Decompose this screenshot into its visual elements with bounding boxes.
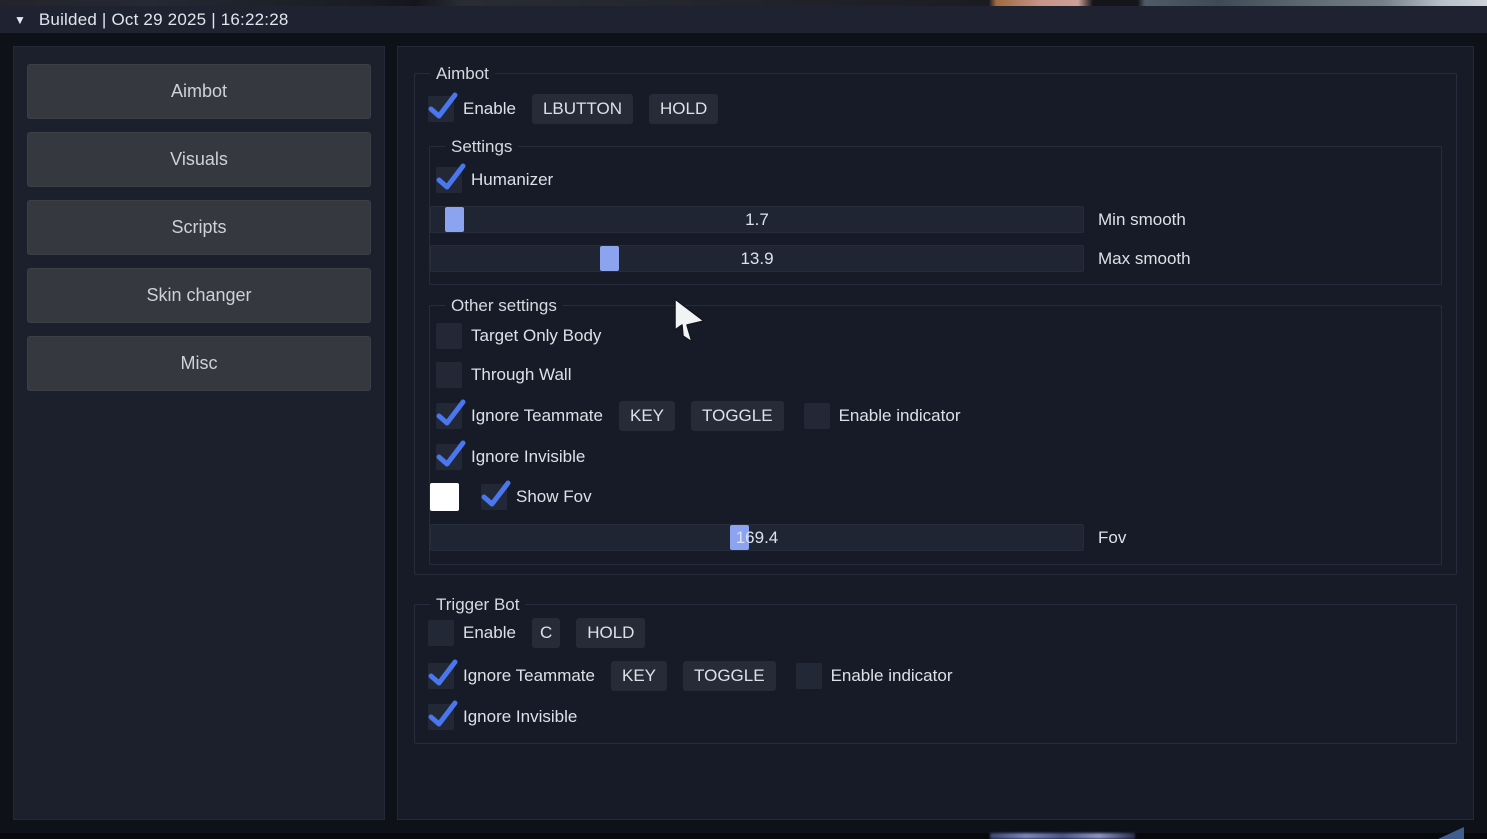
settings-group-title: Settings (445, 137, 518, 157)
game-background-bottom-sliver (0, 833, 1487, 839)
check-icon (428, 92, 458, 121)
aimbot-ignore-invisible-row: Ignore Invisible (430, 444, 1441, 470)
show-fov-checkbox[interactable] (481, 484, 507, 510)
other-settings-group-title: Other settings (445, 296, 563, 316)
check-icon (428, 659, 458, 688)
other-settings-groupbox: Other settings Target Only Body Through … (429, 305, 1442, 565)
fov-value: 169.4 (431, 525, 1083, 550)
sidebar-item-misc[interactable]: Misc (27, 336, 371, 391)
settings-groupbox: Settings Humanizer 1.7 Min smooth 13.9 (429, 146, 1442, 285)
trigger-ignore-invisible-checkbox[interactable] (428, 704, 454, 730)
trigger-keybind-button[interactable]: C (532, 618, 560, 648)
aimbot-ignore-invisible-label: Ignore Invisible (471, 447, 585, 467)
max-smooth-slider[interactable]: 13.9 (430, 245, 1084, 272)
aimbot-ignore-teammate-keymode-button[interactable]: TOGGLE (691, 401, 784, 431)
trigger-bot-group-title: Trigger Bot (430, 595, 525, 615)
target-only-body-label: Target Only Body (471, 326, 601, 346)
aimbot-ignore-teammate-row: Ignore Teammate KEY TOGGLE Enable indica… (430, 401, 1441, 431)
check-icon (436, 440, 466, 469)
humanizer-checkbox[interactable] (436, 167, 462, 193)
show-fov-label: Show Fov (516, 487, 592, 507)
trigger-enable-indicator-label: Enable indicator (831, 666, 953, 686)
sidebar-item-visuals[interactable]: Visuals (27, 132, 371, 187)
aimbot-ignore-teammate-checkbox[interactable] (436, 403, 462, 429)
min-smooth-label: Min smooth (1098, 210, 1186, 230)
aimbot-keybind-button[interactable]: LBUTTON (532, 94, 633, 124)
trigger-ignore-teammate-checkbox[interactable] (428, 663, 454, 689)
trigger-enable-checkbox[interactable] (428, 620, 454, 646)
trigger-ignore-invisible-row: Ignore Invisible (415, 704, 1456, 730)
aimbot-group-title: Aimbot (430, 64, 495, 84)
max-smooth-label: Max smooth (1098, 249, 1191, 269)
aimbot-enable-checkbox[interactable] (428, 96, 454, 122)
target-only-body-row: Target Only Body (430, 323, 1441, 349)
check-icon (481, 480, 511, 509)
trigger-enable-label: Enable (463, 623, 516, 643)
min-smooth-slider[interactable]: 1.7 (430, 206, 1084, 233)
aimbot-ignore-teammate-keybind-button[interactable]: KEY (619, 401, 675, 431)
min-smooth-value: 1.7 (431, 207, 1083, 232)
aimbot-keymode-button[interactable]: HOLD (649, 94, 718, 124)
titlebar: ▼ Builded | Oct 29 2025 | 16:22:28 (0, 6, 1487, 33)
collapse-menu-icon[interactable]: ▼ (14, 13, 26, 27)
game-background-chat-sliver (990, 833, 1135, 839)
check-icon (436, 399, 466, 428)
sidebar-item-scripts[interactable]: Scripts (27, 200, 371, 255)
humanizer-label: Humanizer (471, 170, 553, 190)
main-panel: Aimbot Enable LBUTTON HOLD Settings Huma… (397, 46, 1474, 820)
aimbot-enable-row: Enable LBUTTON HOLD (415, 94, 1456, 124)
fov-color-swatch[interactable] (430, 483, 459, 511)
trigger-ignore-teammate-row: Ignore Teammate KEY TOGGLE Enable indica… (415, 661, 1456, 691)
fov-label: Fov (1098, 528, 1126, 548)
min-smooth-slider-row: 1.7 Min smooth (430, 206, 1441, 233)
max-smooth-value: 13.9 (431, 246, 1083, 271)
aimbot-groupbox: Aimbot Enable LBUTTON HOLD Settings Huma… (414, 73, 1457, 575)
sidebar-item-skin-changer[interactable]: Skin changer (27, 268, 371, 323)
aimbot-enable-indicator-checkbox[interactable] (804, 403, 830, 429)
check-icon (428, 700, 458, 729)
through-wall-checkbox[interactable] (436, 362, 462, 388)
trigger-enable-row: Enable C HOLD (415, 618, 1456, 648)
trigger-enable-indicator-checkbox[interactable] (796, 663, 822, 689)
trigger-ignore-teammate-keybind-button[interactable]: KEY (611, 661, 667, 691)
target-only-body-checkbox[interactable] (436, 323, 462, 349)
aimbot-enable-label: Enable (463, 99, 516, 119)
titlebar-title: Builded | Oct 29 2025 | 16:22:28 (39, 10, 289, 30)
sidebar: Aimbot Visuals Scripts Skin changer Misc (13, 46, 385, 820)
trigger-ignore-teammate-keymode-button[interactable]: TOGGLE (683, 661, 776, 691)
through-wall-label: Through Wall (471, 365, 571, 385)
sidebar-item-aimbot[interactable]: Aimbot (27, 64, 371, 119)
show-fov-row: Show Fov (430, 483, 1441, 511)
game-background-corner-shape (1438, 827, 1464, 839)
humanizer-row: Humanizer (430, 167, 1441, 193)
max-smooth-slider-row: 13.9 Max smooth (430, 245, 1441, 272)
trigger-bot-groupbox: Trigger Bot Enable C HOLD Ignore Teammat… (414, 604, 1457, 744)
fov-slider-row: 169.4 Fov (430, 524, 1441, 551)
through-wall-row: Through Wall (430, 362, 1441, 388)
cheat-menu-screen: { "titlebar": { "collapse_icon": "▼", "t… (0, 0, 1487, 839)
check-icon (436, 163, 466, 192)
aimbot-ignore-teammate-label: Ignore Teammate (471, 406, 603, 426)
trigger-keymode-button[interactable]: HOLD (576, 618, 645, 648)
trigger-ignore-invisible-label: Ignore Invisible (463, 707, 577, 727)
fov-slider[interactable]: 169.4 (430, 524, 1084, 551)
aimbot-ignore-invisible-checkbox[interactable] (436, 444, 462, 470)
aimbot-enable-indicator-label: Enable indicator (839, 406, 961, 426)
trigger-ignore-teammate-label: Ignore Teammate (463, 666, 595, 686)
